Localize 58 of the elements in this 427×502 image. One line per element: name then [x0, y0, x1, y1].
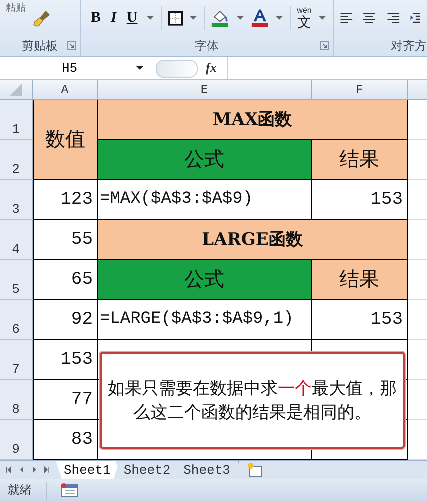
row-header[interactable]: 7	[0, 340, 33, 380]
name-box[interactable]: H5	[0, 57, 150, 79]
row-header[interactable]: 1	[0, 100, 33, 140]
table-cell: 83	[33, 420, 98, 460]
group-label: 剪贴板	[22, 38, 58, 54]
row-header[interactable]: 5	[0, 260, 33, 300]
next-sheet-icon[interactable]	[32, 466, 38, 474]
font-color-icon[interactable]	[250, 8, 270, 28]
table-cell: 153	[312, 180, 408, 220]
group-label: 对齐方	[391, 38, 427, 54]
sheet-tab[interactable]: Sheet1	[56, 461, 120, 479]
table-cell: 公式	[98, 260, 312, 300]
column-header[interactable]: A	[33, 80, 98, 100]
dropdown-icon[interactable]	[136, 66, 144, 70]
fill-color-icon[interactable]	[211, 8, 230, 28]
table-cell: 55	[33, 220, 98, 260]
table-cell: 公式	[98, 140, 312, 180]
column-header[interactable]: F	[312, 80, 408, 100]
formula-cell: =LARGE($A$3:$A$9,1)	[98, 300, 312, 340]
status-text: 就绪	[8, 482, 32, 499]
first-sheet-icon[interactable]	[6, 466, 12, 474]
table-cell: 153	[312, 300, 408, 340]
previous-sheet-icon[interactable]	[18, 466, 24, 474]
table-cell: 123	[33, 180, 98, 220]
table-cell: 数值	[33, 100, 98, 180]
format-painter-icon[interactable]	[32, 8, 52, 28]
insert-function-button[interactable]: fx	[206, 60, 217, 76]
new-sheet-icon[interactable]	[247, 462, 264, 478]
row-header[interactable]: 9	[0, 420, 33, 460]
table-cell: 77	[33, 380, 98, 420]
table-cell: 结果	[312, 260, 408, 300]
table-cell: MAX函数	[98, 100, 408, 140]
row-header[interactable]: 6	[0, 300, 33, 340]
formula-bar-handle[interactable]	[156, 60, 198, 78]
row-header[interactable]: 4	[0, 220, 33, 260]
formula-cell: =MAX($A$3:$A$9)	[98, 180, 312, 220]
paste-label[interactable]: 粘贴	[6, 1, 26, 15]
macro-record-icon[interactable]	[61, 482, 79, 498]
launcher-icon[interactable]	[67, 41, 76, 50]
bold-button[interactable]: B	[89, 7, 104, 29]
row-header[interactable]: 3	[0, 180, 33, 220]
underline-button[interactable]: U	[124, 7, 140, 29]
last-sheet-icon[interactable]	[44, 466, 50, 474]
table-cell: 153	[33, 340, 98, 380]
column-header[interactable]: E	[98, 80, 312, 100]
border-icon[interactable]	[168, 10, 184, 26]
row-header[interactable]: 2	[0, 140, 33, 180]
note-text: 如果只需要在数据中求一个最大值，那么这二个函数的结果是相同的。	[108, 378, 397, 424]
row-header[interactable]: 8	[0, 380, 33, 420]
indent-icon[interactable]	[410, 10, 421, 26]
table-cell: 92	[33, 300, 98, 340]
table-cell: LARGE函数	[98, 220, 408, 260]
group-label: 字体	[195, 38, 219, 54]
table-cell: 65	[33, 260, 98, 300]
table-cell: 结果	[312, 140, 408, 180]
italic-button[interactable]: I	[109, 7, 119, 29]
phonetic-button[interactable]: wén 文	[297, 7, 312, 29]
launcher-icon[interactable]	[320, 41, 329, 50]
